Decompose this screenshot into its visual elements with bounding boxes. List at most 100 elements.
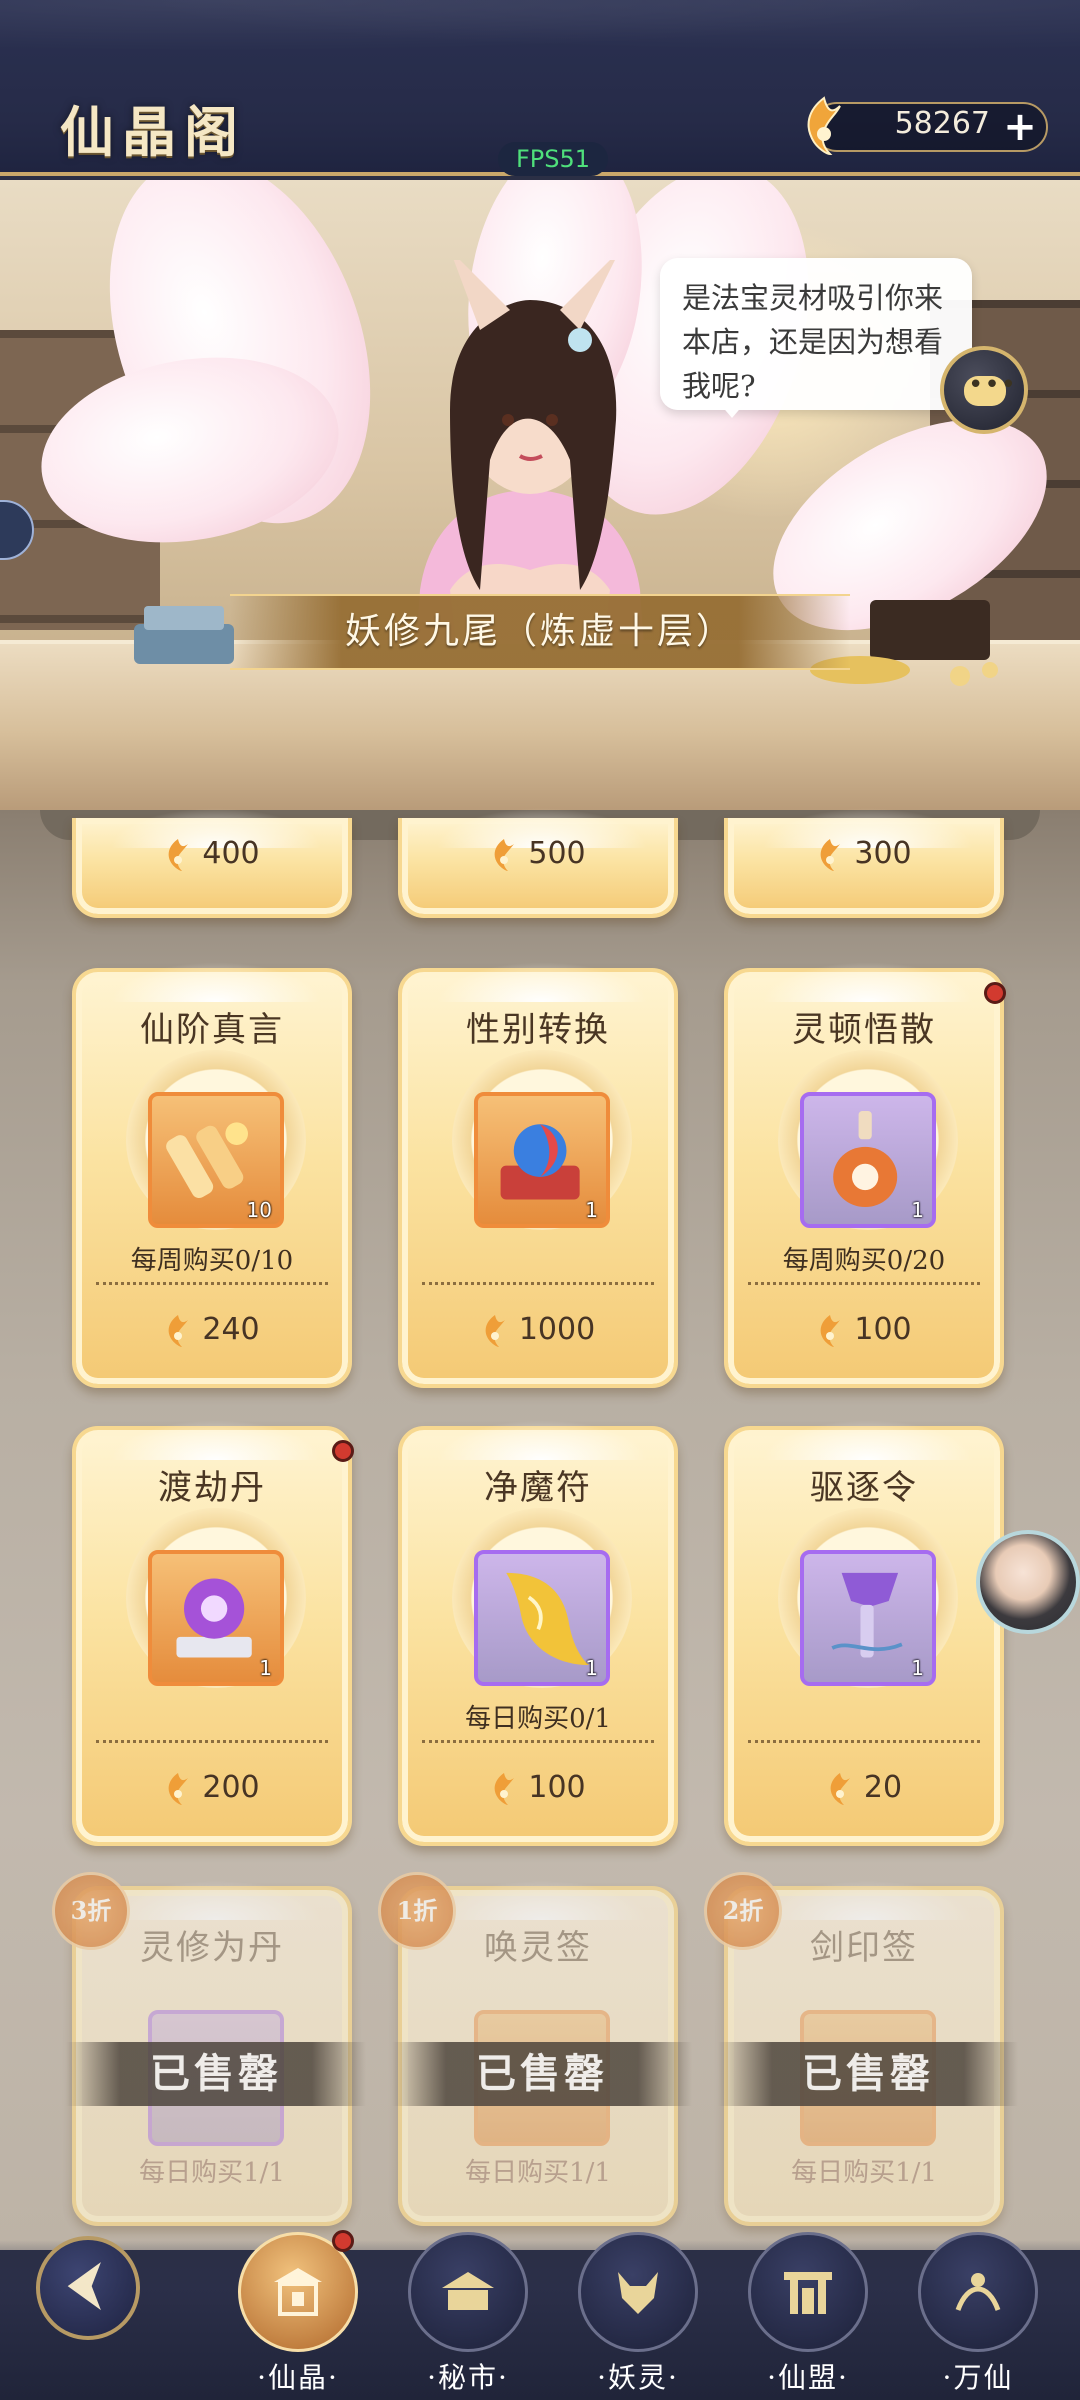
shopkeeper-scene: 妖修九尾（炼虚十层） 是法宝灵材吸引你来本店，还是因为想看我呢? (0, 180, 1080, 820)
nav-tab-label: ·妖灵· (597, 2361, 679, 2394)
item-icon-box: 1 (474, 1092, 610, 1228)
purchase-limit: 每日购买0/1 (465, 1704, 611, 1734)
item-icon-box: 1 (148, 1550, 284, 1686)
item-count: 1 (259, 1656, 272, 1680)
price-row: 100 (402, 1770, 674, 1806)
item-count: 10 (246, 1198, 272, 1222)
item-name: 渡劫丹 (158, 1468, 266, 1508)
shop-item-card-sold-out[interactable]: 3折 灵修为丹 已售罄 每日购买1/1 (52, 1872, 366, 2226)
page-title: 仙晶阁 (60, 100, 246, 164)
price-row: 1000 (402, 1312, 674, 1348)
card-divider (96, 1740, 328, 1743)
spirit-crystal-icon (494, 1772, 515, 1805)
item-price: 100 (528, 1770, 586, 1805)
nav-tab-xianmeng[interactable]: ·仙盟· (748, 2232, 868, 2400)
item-name: 净魔符 (484, 1468, 592, 1508)
price-row: 100 (728, 1312, 1000, 1348)
card-divider (422, 1740, 654, 1743)
spirit-crystal-icon (830, 1772, 850, 1805)
chat-button[interactable] (940, 346, 1028, 434)
purchase-limit: 每日购买1/1 (465, 2158, 611, 2188)
spirit-crystal-icon (820, 838, 841, 871)
item-price: 1000 (518, 1312, 596, 1347)
spirit-crystal-icon (168, 1314, 189, 1347)
item-name: 仙阶真言 (140, 1010, 284, 1050)
crystal-pavilion-icon (274, 2268, 322, 2316)
item-count: 1 (585, 1198, 598, 1222)
shop-item-card[interactable]: 渡劫丹 1 200 (72, 1420, 354, 1846)
card-divider (748, 1282, 980, 1285)
item-icon-box: 10 (148, 1092, 284, 1228)
item-price: 300 (854, 836, 912, 871)
item-price: 500 (528, 836, 586, 871)
price-row: 20 (728, 1770, 1000, 1806)
price-row: 500 (402, 836, 674, 872)
item-name: 灵顿悟散 (792, 1010, 936, 1050)
spirit-crystal-icon (168, 1772, 189, 1805)
card-divider (96, 1282, 328, 1285)
item-icon-box: 1 (800, 1092, 936, 1228)
sold-out-label: 已售罄 (66, 2042, 366, 2106)
fps-counter: FPS51 (498, 142, 608, 176)
card-divider (422, 1282, 654, 1285)
price-row: 200 (76, 1770, 348, 1806)
nav-tab-label: ·仙晶· (257, 2361, 339, 2394)
item-count: 1 (585, 1656, 598, 1680)
spirit-crystal-icon (820, 1314, 841, 1347)
nav-tab-label: ·万仙 (942, 2361, 1014, 2394)
shop-item-card[interactable]: 净魔符 1 每日购买0/1 100 (398, 1420, 678, 1846)
alliance-gate-icon (784, 2272, 832, 2314)
assistant-avatar[interactable] (976, 1530, 1080, 1634)
shop-item-card-sold-out[interactable]: 2折 剑印签 已售罄 每日购买1/1 (704, 1872, 1018, 2226)
purchase-limit: 每日购买1/1 (139, 2158, 285, 2188)
spirit-crystal-icon (485, 1314, 505, 1347)
item-price: 240 (202, 1312, 260, 1347)
sold-out-label: 已售罄 (718, 2042, 1018, 2106)
item-icon-box: 1 (800, 1550, 936, 1686)
item-name: 性别转换 (466, 1010, 610, 1050)
scroll-stack-decor (134, 606, 234, 664)
nav-tab-mishi[interactable]: ·秘市· (408, 2232, 528, 2400)
price-row: 300 (728, 836, 1000, 872)
shop-item-card[interactable]: 300 (724, 808, 1004, 918)
top-bar: 仙晶阁 58267 + FPS51 (0, 0, 1080, 176)
nav-tab-label: ·仙盟· (767, 2361, 849, 2394)
spirit-crystal-icon (807, 96, 841, 156)
card-divider (748, 1740, 980, 1743)
item-price: 20 (863, 1770, 903, 1805)
item-name: 唤灵签 (484, 1928, 592, 1968)
back-button[interactable] (36, 2236, 140, 2340)
price-row: 400 (76, 836, 348, 872)
chat-bubble-icon (964, 370, 1017, 406)
nav-tab-yaoling[interactable]: ·妖灵· (578, 2232, 698, 2400)
add-currency-button[interactable]: + (1000, 107, 1040, 148)
nav-tab-label: ·秘市· (427, 2361, 509, 2394)
spirit-crystal-icon (168, 838, 189, 871)
item-name: 灵修为丹 (140, 1928, 284, 1968)
market-icon (442, 2272, 494, 2310)
shop-item-card[interactable]: 500 (398, 808, 678, 918)
nav-tab-wanxian[interactable]: ·万仙 (918, 2232, 1038, 2400)
notification-dot (332, 1440, 354, 1462)
npc-name-plate: 妖修九尾（炼虚十层） (230, 594, 850, 670)
shop-item-card[interactable]: 仙阶真言 10 每周购买0/10 240 (72, 962, 352, 1388)
shop-item-card[interactable]: 性别转换 1 1000 (398, 962, 678, 1388)
spirit-crystal-icon (494, 838, 515, 871)
nav-tab-xianjing[interactable]: ·仙晶· (238, 2230, 358, 2400)
item-count: 1 (911, 1656, 924, 1680)
purchase-limit: 每周购买0/20 (782, 1246, 946, 1276)
npc-speech-bubble: 是法宝灵材吸引你来本店，还是因为想看我呢? (660, 258, 972, 418)
shop-item-card[interactable]: 灵顿悟散 1 每周购买0/20 100 (724, 962, 1006, 1388)
purchase-limit: 每日购买1/1 (791, 2158, 937, 2188)
shop-item-card[interactable]: 400 (72, 808, 352, 918)
fox-spirit-icon (618, 2272, 658, 2314)
item-name: 剑印签 (810, 1928, 918, 1968)
currency-amount: 58267 (894, 106, 990, 141)
item-price: 200 (202, 1770, 260, 1805)
sold-out-label: 已售罄 (392, 2042, 692, 2106)
shop-item-card-sold-out[interactable]: 1折 唤灵签 已售罄 每日购买1/1 (378, 1872, 692, 2226)
item-count: 1 (911, 1198, 924, 1222)
item-name: 驱逐令 (810, 1468, 918, 1508)
immortal-icon (955, 2273, 1001, 2311)
shop-item-card[interactable]: 驱逐令 1 20 (724, 1420, 1004, 1846)
